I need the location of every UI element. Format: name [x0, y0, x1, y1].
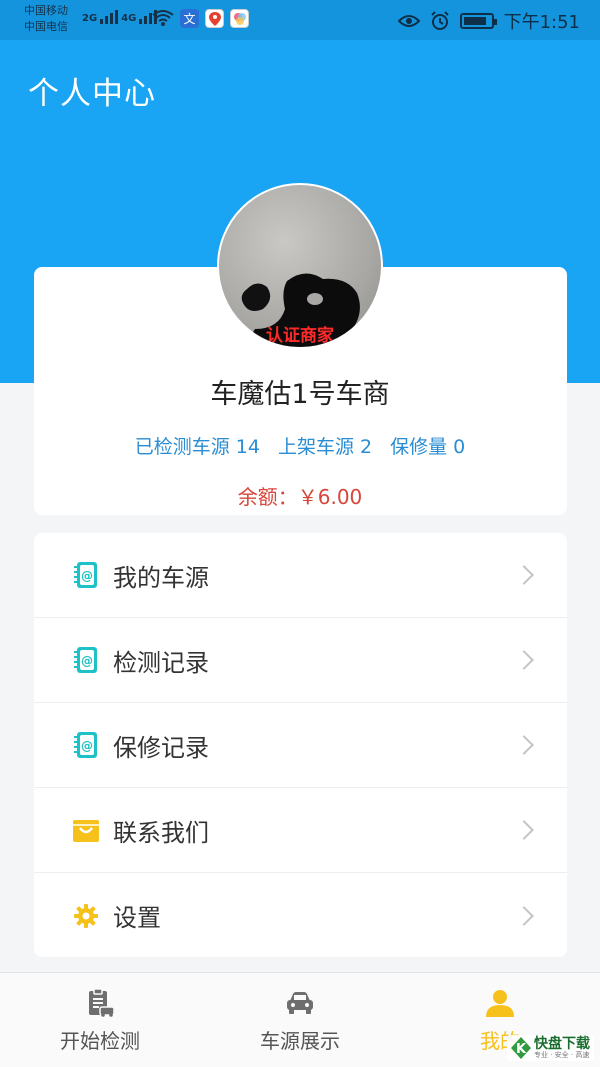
tab-label: 车源展示	[260, 1029, 340, 1053]
chevron-right-icon	[514, 565, 534, 585]
svg-text:@: @	[81, 739, 93, 753]
menu-item-settings[interactable]: 设置	[34, 873, 567, 958]
svg-text:@: @	[81, 569, 93, 583]
system-status: 下午1:51	[397, 8, 580, 34]
shopping-bag-icon	[72, 816, 100, 844]
eye-icon	[397, 15, 420, 27]
carrier-info: 中国移动 中国电信	[24, 3, 68, 35]
notification-icons: 文	[152, 9, 249, 28]
chevron-right-icon	[514, 735, 534, 755]
svg-text:K: K	[516, 1042, 527, 1057]
tab-start-inspection[interactable]: 开始检测	[0, 973, 200, 1067]
menu-item-warranty-records[interactable]: @ 保修记录	[34, 703, 567, 788]
person-icon	[486, 990, 514, 1017]
network-type-2: 4G	[121, 13, 137, 24]
car-icon	[287, 992, 313, 1014]
stat-inspected-cars[interactable]: 已检测车源 14	[135, 432, 260, 459]
tab-label: 开始检测	[60, 1029, 140, 1053]
photos-app-icon	[230, 9, 249, 28]
merchant-stats: 已检测车源 14 上架车源 2 保修量 0	[0, 432, 600, 459]
map-app-icon	[205, 9, 224, 28]
merchant-name: 车魔估1号车商	[210, 379, 390, 410]
gear-icon	[72, 902, 100, 930]
stat-listed-cars[interactable]: 上架车源 2	[278, 432, 372, 459]
watermark-subtitle: 专业 · 安全 · 高速	[534, 1051, 590, 1059]
menu-item-contact-us[interactable]: 联系我们	[34, 788, 567, 873]
certified-merchant-badge: 认证商家	[266, 326, 334, 346]
chevron-right-icon	[514, 650, 534, 670]
menu-item-label: 设置	[113, 904, 161, 932]
menu-item-label: 联系我们	[113, 818, 209, 847]
status-bar: 中国移动 中国电信 2G 4G 文 下午1:51	[0, 0, 600, 40]
carrier-1: 中国移动	[24, 4, 68, 17]
contact-book-icon: @	[72, 561, 100, 589]
wifi-icon	[152, 10, 174, 26]
carrier-2: 中国电信	[24, 20, 68, 33]
stat-warranty-count[interactable]: 保修量 0	[390, 432, 465, 459]
chevron-right-icon	[514, 820, 534, 840]
signal-indicators: 2G 4G	[82, 8, 158, 24]
alarm-icon	[430, 11, 449, 30]
download-site-logo-icon: K	[511, 1037, 531, 1059]
translate-app-icon: 文	[180, 9, 199, 28]
menu-item-inspection-records[interactable]: @ 检测记录	[34, 618, 567, 703]
svg-text:@: @	[81, 654, 93, 668]
chevron-right-icon	[514, 905, 534, 926]
avatar[interactable]: 认证商家	[217, 183, 383, 349]
contact-book-icon: @	[72, 731, 100, 759]
menu-item-label: 我的车源	[113, 563, 209, 592]
menu-item-label: 检测记录	[113, 648, 209, 677]
settings-menu: @ 我的车源 @ 检测记录 @ 保修记录 联系我们 设置	[34, 533, 567, 957]
menu-item-my-cars[interactable]: @ 我的车源	[34, 533, 567, 618]
clock: 下午1:51	[503, 12, 580, 33]
tab-car-listings[interactable]: 车源展示	[200, 973, 400, 1067]
clipboard-car-icon	[89, 988, 115, 1017]
account-balance: 余额：￥6.00	[237, 485, 363, 509]
battery-icon	[459, 13, 497, 29]
page-title: 个人中心	[28, 76, 156, 112]
contact-book-icon: @	[72, 646, 100, 674]
watermark-title: 快盘下载	[534, 1036, 590, 1052]
menu-item-label: 保修记录	[113, 733, 209, 762]
signal-bars-icon	[100, 8, 119, 24]
watermark-logo: K 快盘下载 专业 · 安全 · 高速	[507, 1035, 594, 1061]
network-type-1: 2G	[82, 13, 98, 24]
